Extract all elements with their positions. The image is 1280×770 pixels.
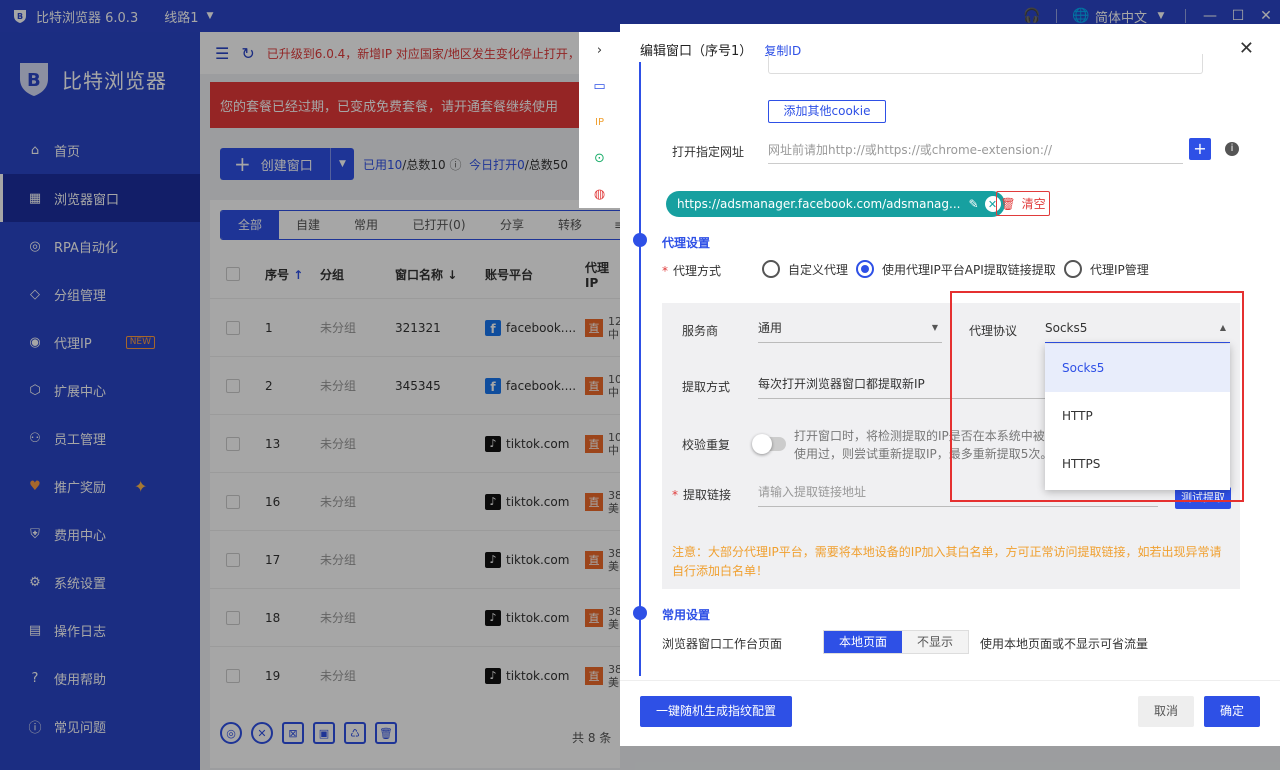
- close-icon[interactable]: ✕: [1239, 38, 1254, 59]
- drawer-footer: 一键随机生成指纹配置 取消 确定: [620, 680, 1280, 746]
- radio-label: 代理IP管理: [1090, 262, 1149, 277]
- required-mark: *: [662, 264, 668, 278]
- confirm-button[interactable]: 确定: [1204, 696, 1260, 727]
- fingerprint-icon[interactable]: ◍: [579, 176, 620, 212]
- extract-link-placeholder: 请输入提取链接地址: [758, 485, 867, 499]
- radio-circle: [762, 260, 780, 278]
- toggle-icon[interactable]: ⊙: [579, 140, 620, 176]
- provider-value: 通用: [758, 321, 783, 335]
- verify-toggle[interactable]: [752, 434, 786, 454]
- required-mark: *: [672, 488, 678, 502]
- segment-local-page[interactable]: 本地页面: [824, 631, 902, 653]
- extract-mode-label: 提取方式: [682, 380, 731, 394]
- extract-link-text: 提取链接: [683, 488, 732, 502]
- drawer-title: 编辑窗口（序号1）: [640, 44, 753, 59]
- provider-label: 服务商: [682, 324, 719, 338]
- proxy-mode-text: 代理方式: [673, 264, 722, 278]
- radio-label: 使用代理IP平台API提取链接提取: [882, 262, 1056, 277]
- whitelist-warning: 注意：大部分代理IP平台，需要将本地设备的IP加入其白名单，方可正常访问提取链接…: [672, 545, 1222, 578]
- highlight-box: [950, 291, 1244, 502]
- url-tag: https://adsmanager.facebook.com/adsmanag…: [666, 191, 1005, 217]
- url-tag-text: https://adsmanager.facebook.com/adsmanag…: [677, 197, 961, 211]
- caret-down-icon: ▼: [931, 323, 938, 332]
- add-cookie-button[interactable]: 添加其他cookie: [768, 100, 886, 123]
- radio-label: 自定义代理: [788, 262, 849, 277]
- common-section-title: 常用设置: [662, 608, 711, 622]
- timeline-dot: [633, 233, 647, 247]
- radio-api-extract[interactable]: 使用代理IP平台API提取链接提取: [856, 260, 1056, 278]
- radio-circle: [856, 260, 874, 278]
- radio-custom-proxy[interactable]: 自定义代理: [762, 260, 848, 278]
- timeline-dot: [633, 606, 647, 620]
- window-config-icon[interactable]: ▭: [579, 68, 620, 104]
- workbench-segment: 本地页面 不显示: [823, 630, 969, 654]
- trash-icon: 🗑: [1000, 196, 1016, 211]
- extract-mode-value: 每次打开浏览器窗口都提取新IP: [758, 377, 925, 391]
- generate-fingerprint-button[interactable]: 一键随机生成指纹配置: [640, 696, 792, 727]
- clear-label: 清空: [1021, 197, 1046, 211]
- info-icon: i: [1225, 142, 1239, 156]
- cancel-button[interactable]: 取消: [1138, 696, 1194, 727]
- add-url-button[interactable]: +: [1189, 138, 1211, 160]
- provider-select[interactable]: 通用 ▼: [758, 315, 942, 343]
- segment-hide[interactable]: 不显示: [902, 631, 968, 653]
- open-url-label: 打开指定网址: [672, 145, 745, 159]
- cookie-textarea[interactable]: [768, 54, 1203, 74]
- verify-label: 校验重复: [682, 438, 731, 452]
- timeline-line: [639, 62, 641, 676]
- edit-icon[interactable]: ✎: [968, 197, 978, 211]
- workbench-hint: 使用本地页面或不显示可省流量: [980, 637, 1149, 651]
- extract-link-label: * 提取链接: [672, 486, 731, 503]
- clear-urls-button[interactable]: 🗑 清空: [996, 191, 1050, 216]
- chevron-right-icon[interactable]: ›: [579, 32, 620, 68]
- url-input[interactable]: 网址前请加http://或https://或chrome-extension:/…: [768, 138, 1183, 164]
- radio-circle: [1064, 260, 1082, 278]
- workbench-label: 浏览器窗口工作台页面: [662, 637, 783, 651]
- ip-icon[interactable]: IP: [579, 104, 620, 140]
- proxy-section-title: 代理设置: [662, 236, 711, 250]
- proxy-mode-label: * 代理方式: [662, 262, 721, 279]
- radio-proxy-manage[interactable]: 代理IP管理: [1064, 260, 1149, 278]
- drawer-side-strip: › ▭ IP ⊙ ◍: [579, 32, 620, 208]
- edit-window-drawer: 编辑窗口（序号1） 复制ID ✕ 添加其他cookie 打开指定网址 网址前请加…: [620, 24, 1280, 746]
